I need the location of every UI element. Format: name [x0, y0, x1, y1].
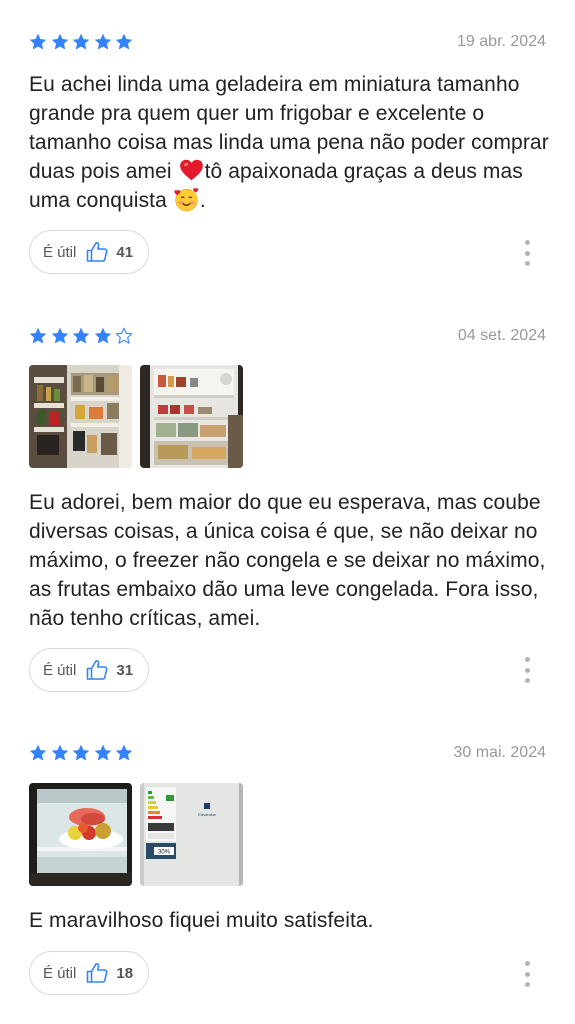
useful-label: É útil — [43, 243, 77, 261]
star-filled-icon — [51, 327, 69, 345]
star-filled-icon — [29, 33, 47, 51]
star-filled-icon — [72, 33, 90, 51]
useful-button[interactable]: É útil 41 — [29, 230, 149, 274]
label-badge-text: 30% — [158, 850, 171, 856]
star-filled-icon — [94, 33, 112, 51]
star-filled-icon — [72, 744, 90, 762]
rating-stars — [29, 33, 137, 51]
star-filled-icon — [94, 744, 112, 762]
review-text: Eu adorei, bem maior do que eu esperava,… — [29, 491, 546, 630]
star-filled-icon — [29, 327, 47, 345]
useful-button[interactable]: É útil 31 — [29, 648, 149, 692]
more-options-button[interactable] — [523, 240, 531, 266]
fruit-bowl-photo — [29, 783, 132, 886]
review-photo[interactable]: 30% Electrolux — [140, 783, 243, 886]
thumbs-up-icon — [85, 240, 109, 264]
star-filled-icon — [115, 744, 133, 762]
review-text: E maravilhoso fiquei muito satisfeita. — [29, 909, 374, 932]
smiling-face-with-hearts-icon — [173, 186, 200, 212]
useful-count: 31 — [116, 661, 134, 679]
thumbs-up-icon — [85, 658, 109, 682]
useful-count: 41 — [116, 243, 134, 261]
star-filled-icon — [115, 33, 133, 51]
review-photo[interactable] — [140, 365, 243, 468]
star-filled-icon — [29, 744, 47, 762]
useful-count: 18 — [116, 964, 134, 982]
useful-button[interactable]: É útil 18 — [29, 951, 149, 995]
more-options-button[interactable] — [523, 657, 531, 683]
star-empty-icon — [115, 327, 133, 345]
review-photos — [29, 365, 243, 468]
brand-logo-text: Electrolux — [198, 812, 216, 817]
star-filled-icon — [72, 327, 90, 345]
red-heart-icon — [178, 157, 205, 183]
review-text: Eu achei linda uma geladeira em miniatur… — [29, 73, 549, 212]
rating-stars — [29, 327, 137, 345]
star-filled-icon — [51, 744, 69, 762]
useful-label: É útil — [43, 964, 77, 982]
fridge-interior-photo — [140, 365, 243, 468]
useful-label: É útil — [43, 661, 77, 679]
fridge-label-photo: 30% Electrolux — [140, 783, 243, 886]
star-filled-icon — [94, 327, 112, 345]
thumbs-up-icon — [85, 961, 109, 985]
fridge-door-photo — [29, 365, 132, 468]
rating-stars — [29, 744, 137, 762]
review-date: 30 mai. 2024 — [453, 744, 546, 761]
more-options-button[interactable] — [523, 961, 531, 987]
review-date: 19 abr. 2024 — [457, 33, 546, 50]
review-photos: 30% Electrolux — [29, 783, 243, 886]
review-photo[interactable] — [29, 783, 132, 886]
review-photo[interactable] — [29, 365, 132, 468]
review-date: 04 set. 2024 — [457, 327, 546, 344]
star-filled-icon — [51, 33, 69, 51]
